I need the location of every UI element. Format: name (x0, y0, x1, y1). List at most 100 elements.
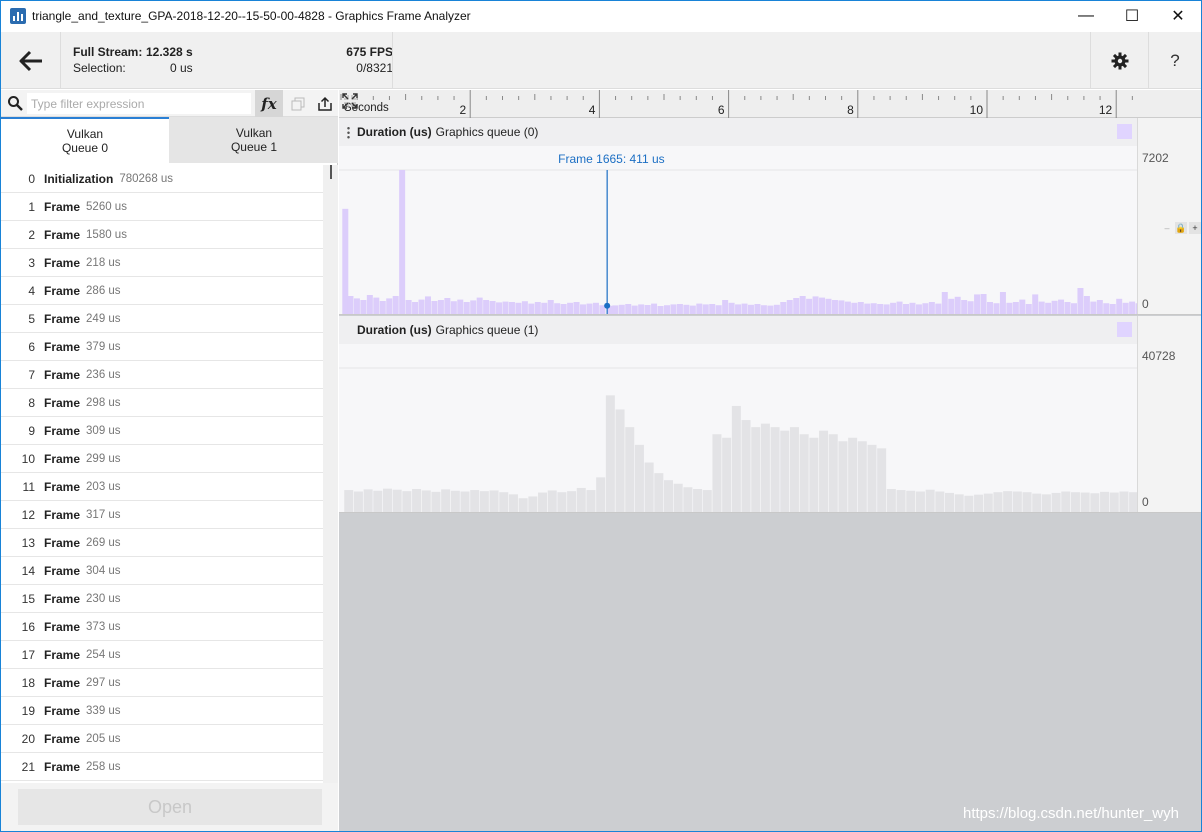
tab-label: Vulkan Queue 1 (230, 126, 278, 154)
data-bar (751, 427, 761, 512)
settings-button[interactable] (1090, 32, 1148, 89)
data-bar (1109, 304, 1116, 314)
data-bar (638, 304, 645, 314)
data-bar (844, 301, 851, 314)
data-bar (819, 297, 826, 314)
data-bar (1058, 299, 1065, 314)
open-button[interactable]: Open (18, 789, 322, 825)
data-bar (915, 491, 925, 512)
selection-count: 0/8321 (356, 61, 393, 75)
list-item[interactable]: 14 Frame 304 us (1, 557, 323, 585)
expand-icon[interactable] (339, 90, 361, 112)
data-bar (457, 299, 464, 314)
minimize-button[interactable]: — (1063, 1, 1109, 31)
list-item[interactable]: 6 Frame 379 us (1, 333, 323, 361)
data-bar (964, 495, 974, 512)
data-bar (693, 489, 703, 512)
frame-duration: 203 us (86, 480, 121, 493)
list-item[interactable]: 19 Frame 339 us (1, 697, 323, 725)
list-item[interactable]: 4 Frame 286 us (1, 277, 323, 305)
data-bar (1070, 492, 1080, 512)
data-bar (883, 304, 890, 314)
data-bar (1032, 294, 1039, 314)
data-bar (1083, 296, 1090, 314)
list-item[interactable]: 18 Frame 297 us (1, 669, 323, 697)
data-bar (935, 491, 945, 512)
data-bar (799, 296, 806, 314)
duration-chart-queue-0[interactable] (339, 118, 1137, 315)
frame-duration: 286 us (86, 284, 121, 297)
list-item[interactable]: 17 Frame 254 us (1, 641, 323, 669)
data-bar (754, 304, 761, 314)
scrollbar-thumb[interactable] (330, 165, 332, 179)
copy-button[interactable] (285, 90, 311, 117)
frame-index: 5 (28, 311, 35, 326)
label-band (339, 146, 1137, 170)
data-bar (450, 490, 460, 512)
data-bar (499, 492, 509, 512)
fx-button[interactable]: fx (255, 90, 283, 117)
data-bar (857, 302, 864, 314)
data-bar (615, 409, 625, 512)
minimize-icon: — (1078, 7, 1094, 24)
data-bar (806, 298, 813, 314)
list-item[interactable]: 9 Frame 309 us (1, 417, 323, 445)
data-bar (828, 434, 838, 512)
list-item[interactable]: 20 Frame 205 us (1, 725, 323, 753)
list-item[interactable]: 11 Frame 203 us (1, 473, 323, 501)
frame-name: Frame (44, 395, 81, 410)
data-bar (728, 302, 735, 314)
list-item[interactable]: 13 Frame 269 us (1, 529, 323, 557)
full-stream-label: Full Stream: (73, 45, 143, 59)
data-bar (508, 494, 518, 512)
data-bar (1090, 493, 1100, 512)
list-item[interactable]: 21 Frame 258 us (1, 753, 323, 781)
list-item[interactable]: 15 Frame 230 us (1, 585, 323, 613)
filter-input[interactable] (27, 93, 251, 114)
export-button[interactable] (311, 90, 338, 117)
list-item[interactable]: 8 Frame 298 us (1, 389, 323, 417)
data-bar (496, 302, 503, 314)
data-bar (770, 427, 780, 512)
list-item[interactable]: 16 Frame 373 us (1, 613, 323, 641)
list-item[interactable]: 1 Frame 5260 us (1, 193, 323, 221)
close-button[interactable]: ✕ (1155, 1, 1201, 31)
help-button[interactable]: ? (1148, 32, 1201, 89)
list-scrollbar[interactable] (323, 165, 338, 783)
frame-name: Frame (44, 591, 81, 606)
tab-vulkan-queue-0[interactable]: Vulkan Queue 0 (1, 117, 169, 163)
zoom-in-icon[interactable]: + (1189, 222, 1201, 234)
data-bar (479, 491, 489, 512)
list-item[interactable]: 3 Frame 218 us (1, 249, 323, 277)
data-bar (1041, 494, 1051, 512)
data-bar (1129, 492, 1137, 512)
duration-panel-queue-0[interactable]: Duration (us) Graphics queue (0) Frame 1… (339, 118, 1201, 315)
frame-duration: 236 us (86, 368, 121, 381)
data-bar (470, 300, 477, 314)
duration-chart-queue-1[interactable] (339, 316, 1137, 513)
data-bar (809, 437, 819, 512)
lock-icon[interactable]: 🔒 (1175, 222, 1187, 234)
list-item[interactable]: 12 Frame 317 us (1, 501, 323, 529)
data-bar (463, 302, 470, 314)
list-item[interactable]: 5 Frame 249 us (1, 305, 323, 333)
back-button[interactable] (1, 32, 61, 89)
close-icon: ✕ (1171, 8, 1185, 25)
frame-name: Frame (44, 367, 81, 382)
list-item[interactable]: 2 Frame 1580 us (1, 221, 323, 249)
duration-panel-queue-1[interactable]: Duration (us) Graphics queue (1) 40728 0 (339, 316, 1201, 513)
frame-index: 2 (28, 227, 35, 242)
frame-index: 13 (21, 535, 35, 550)
search-icon (8, 96, 23, 111)
zoom-out-icon[interactable]: – (1161, 222, 1173, 234)
list-item[interactable]: 7 Frame 236 us (1, 361, 323, 389)
y-axis-min: 0 (1142, 297, 1149, 311)
maximize-button[interactable]: ☐ (1109, 1, 1155, 31)
tab-vulkan-queue-1[interactable]: Vulkan Queue 1 (170, 117, 338, 163)
time-ruler[interactable]: 2 4 6 8 10 12 Seconds (339, 90, 1201, 118)
data-bar (631, 305, 638, 314)
list-item[interactable]: 10 Frame 299 us (1, 445, 323, 473)
data-bar (760, 305, 767, 314)
data-bar (515, 302, 522, 314)
list-item[interactable]: 0 Initialization 780268 us (1, 165, 323, 193)
